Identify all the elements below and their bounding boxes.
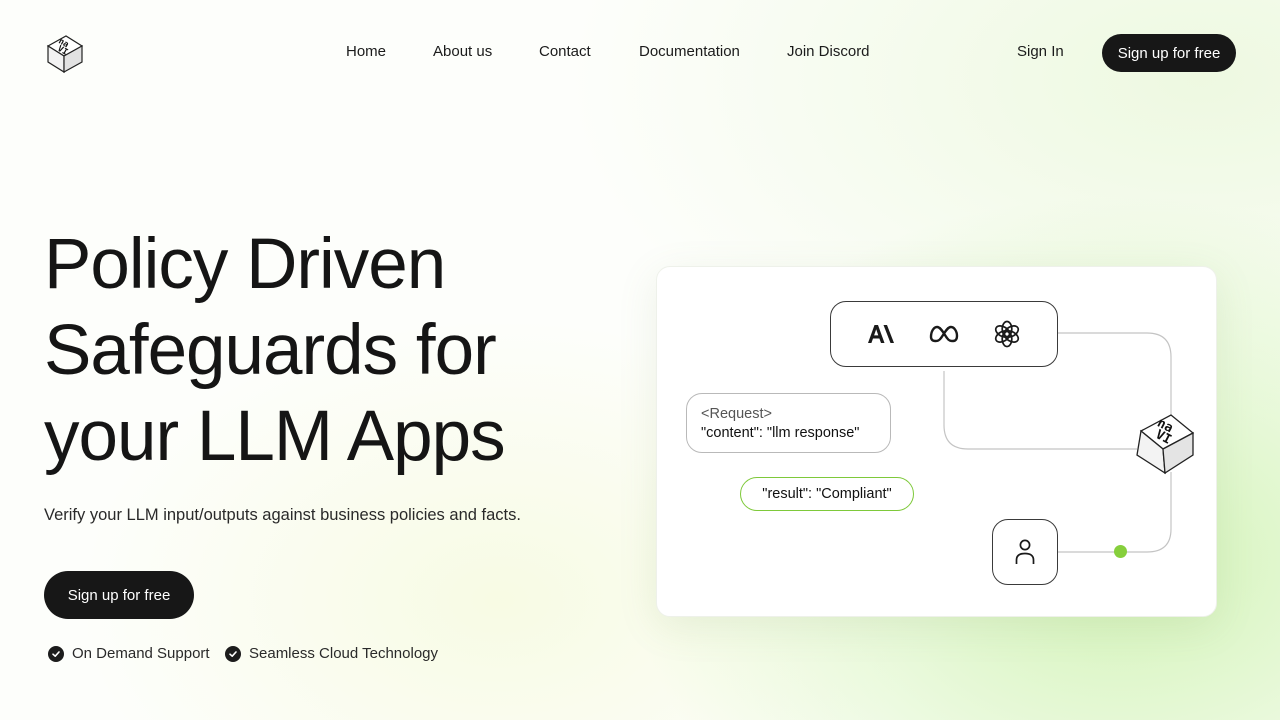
hero-title-line: Safeguards for bbox=[44, 311, 497, 390]
request-body: "content": "llm response" bbox=[701, 425, 860, 441]
flow-diagram-card: <Request> "content": "llm response" "res… bbox=[656, 266, 1217, 617]
request-tag: <Request> bbox=[701, 406, 772, 422]
hero-subtitle: Verify your LLM input/outputs against bu… bbox=[44, 506, 521, 524]
llm-providers-box bbox=[830, 301, 1058, 367]
feature-label: On Demand Support bbox=[72, 645, 210, 662]
nav-documentation[interactable]: Documentation bbox=[639, 43, 740, 60]
request-box: <Request> "content": "llm response" bbox=[686, 393, 891, 453]
nav-signup-button[interactable]: Sign up for free bbox=[1102, 34, 1236, 72]
openai-icon bbox=[987, 314, 1027, 354]
meta-icon bbox=[924, 314, 964, 354]
user-box bbox=[992, 519, 1058, 585]
user-icon bbox=[1015, 539, 1035, 564]
sign-in-link[interactable]: Sign In bbox=[1017, 43, 1064, 60]
status-dot bbox=[1114, 545, 1127, 558]
nav-home[interactable]: Home bbox=[346, 43, 386, 60]
check-circle-icon bbox=[48, 645, 64, 662]
hero-title: Policy Driven Safeguards for your LLM Ap… bbox=[44, 222, 624, 480]
hero-title-line: your LLM Apps bbox=[44, 397, 506, 476]
hero-signup-button[interactable]: Sign up for free bbox=[44, 571, 194, 619]
hero-title-line: Policy Driven bbox=[44, 225, 446, 304]
navi-cube-icon: na VI bbox=[1135, 409, 1197, 475]
feature-item: On Demand Support bbox=[48, 645, 210, 662]
feature-label: Seamless Cloud Technology bbox=[249, 645, 439, 662]
anthropic-icon bbox=[861, 314, 901, 354]
main-nav: Home About us Contact Documentation Join… bbox=[0, 43, 1280, 63]
feature-item: Seamless Cloud Technology bbox=[225, 645, 438, 662]
check-circle-icon bbox=[225, 645, 241, 662]
nav-contact[interactable]: Contact bbox=[539, 43, 591, 60]
result-badge: "result": "Compliant" bbox=[740, 477, 914, 511]
nav-join-discord[interactable]: Join Discord bbox=[787, 43, 870, 60]
nav-about-us[interactable]: About us bbox=[433, 43, 492, 60]
